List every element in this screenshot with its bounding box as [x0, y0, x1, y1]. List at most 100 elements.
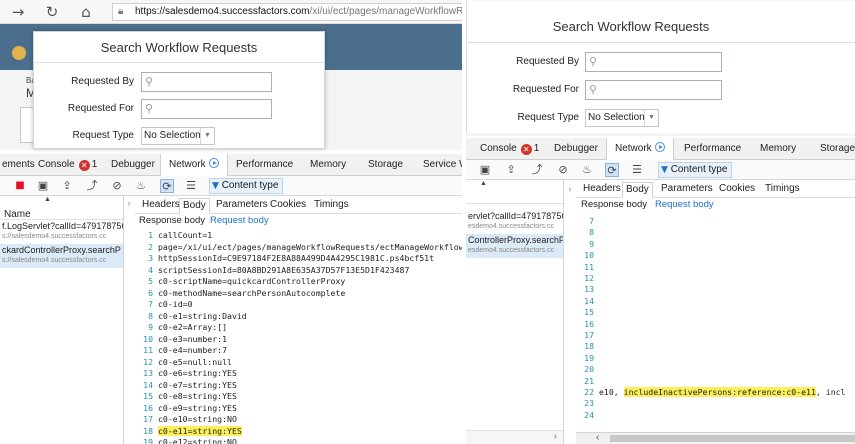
- sort-ascending-icon[interactable]: ▲: [44, 196, 51, 203]
- line-number: 19: [584, 352, 594, 363]
- requested-for-row: Requested For ⚲: [34, 99, 324, 119]
- detail-tab-timings[interactable]: Timings: [762, 182, 803, 198]
- content-type-filter-button[interactable]: ▼ Content type: [658, 162, 733, 178]
- scroll-left-icon[interactable]: ‹: [596, 432, 599, 443]
- preserve-log-icon[interactable]: ⟳: [605, 163, 619, 177]
- tab-memory[interactable]: Memory: [760, 138, 796, 160]
- sort-ascending-icon[interactable]: ▲: [480, 180, 487, 187]
- detail-tabs: Headers Body Parameters Cookies Timings: [576, 180, 855, 198]
- requested-for-input[interactable]: ⚲: [141, 99, 272, 119]
- export-icon[interactable]: ⤴: [530, 163, 544, 177]
- detail-tab-body[interactable]: Body: [622, 182, 653, 198]
- request-item-selected[interactable]: ckardControllerProxy.searchP s://salesde…: [0, 244, 123, 268]
- detail-tab-timings[interactable]: Timings: [311, 198, 352, 214]
- detail-tab-cookies[interactable]: Cookies: [716, 182, 758, 198]
- tab-storage[interactable]: Storage: [820, 138, 855, 160]
- browser-toolbar: → ↻ ⌂ 🔒︎ https://salesdemo4.successfacto…: [0, 0, 462, 24]
- requested-for-input[interactable]: ⚲: [585, 80, 722, 100]
- tab-elements[interactable]: ements: [2, 154, 35, 176]
- detail-tab-cookies[interactable]: Cookies: [267, 198, 309, 214]
- clear-icon[interactable]: ⊘: [556, 163, 570, 177]
- tab-console[interactable]: Console ✕ 1: [480, 138, 539, 160]
- request-item[interactable]: f.LogServlet?callId=479178756 s://salesd…: [0, 220, 123, 244]
- request-host: esdemo4.successfactors.cc: [468, 247, 554, 254]
- requested-by-input[interactable]: ⚲: [585, 52, 722, 72]
- throttle-icon[interactable]: ♨: [580, 163, 594, 177]
- scrollbar-thumb[interactable]: [610, 435, 855, 442]
- address-bar[interactable]: 🔒︎ https://salesdemo4.successfactors.com…: [112, 3, 462, 21]
- request-type-value: No Selection: [144, 130, 201, 141]
- content-type-filter-button[interactable]: ▼ Content type: [209, 178, 284, 194]
- code-line: 6 c0-methodName=searchPersonAutocomplete: [135, 288, 462, 299]
- tab-network[interactable]: Network: [160, 154, 228, 176]
- request-item-selected[interactable]: ControllerProxy.searchP esdemo4.successf…: [466, 234, 563, 258]
- horizontal-scrollbar[interactable]: ‹: [576, 432, 855, 444]
- filter-list-icon[interactable]: ☰: [630, 163, 644, 177]
- code-line: 22 e10, includeInactivePersons:reference:…: [576, 387, 855, 398]
- line-number: 7: [148, 299, 153, 309]
- stop-recording-icon[interactable]: ■: [13, 179, 27, 193]
- tab-service-workers[interactable]: Service W: [423, 154, 462, 176]
- throttle-icon[interactable]: ♨: [134, 179, 148, 193]
- request-type-label: Request Type: [517, 112, 579, 123]
- code-line: 12 c0-e5=null:null: [135, 357, 462, 368]
- detail-tab-parameters[interactable]: Parameters: [213, 198, 271, 214]
- line-number: 15: [143, 391, 153, 401]
- forward-icon[interactable]: →: [8, 2, 28, 22]
- tab-debugger[interactable]: Debugger: [554, 138, 598, 160]
- line-number: 4: [148, 264, 153, 275]
- tab-memory[interactable]: Memory: [310, 154, 346, 176]
- import-icon[interactable]: ⇪: [504, 163, 518, 177]
- dialog-divider: [34, 62, 324, 63]
- tab-network[interactable]: Network: [606, 138, 674, 160]
- request-host: esdemo4.successfactors.cc: [468, 223, 554, 230]
- collapse-sidebar-icon[interactable]: ›: [124, 196, 134, 210]
- search-icon: ⚲: [589, 83, 598, 96]
- response-body-tab[interactable]: Response body: [581, 198, 647, 212]
- detail-tab-parameters[interactable]: Parameters: [658, 182, 716, 198]
- home-icon[interactable]: ⌂: [76, 2, 96, 22]
- code-text: c0-e2=Array:[]: [158, 322, 228, 332]
- import-icon[interactable]: ⇪: [60, 179, 74, 193]
- requested-by-input[interactable]: ⚲: [141, 72, 272, 92]
- app-logo: [12, 46, 26, 60]
- preserve-log-icon[interactable]: ⟳: [160, 179, 174, 193]
- code-line: 24: [576, 410, 855, 421]
- reload-icon[interactable]: ↻: [42, 2, 62, 22]
- request-type-row: Request Type No Selection ▼: [467, 108, 855, 128]
- filter-list-icon[interactable]: ☰: [184, 179, 198, 193]
- record-icon: [654, 142, 665, 152]
- detail-tab-headers[interactable]: Headers: [139, 198, 183, 214]
- name-column-header[interactable]: Name: [4, 209, 31, 220]
- request-item[interactable]: ervlet?callId=479178756 esdemo4.successf…: [466, 210, 563, 234]
- response-body-tab[interactable]: Response body: [139, 214, 205, 228]
- code-text: c0-e8=string:YES: [158, 391, 237, 401]
- save-icon[interactable]: ▣: [36, 179, 50, 193]
- detail-tab-headers[interactable]: Headers: [580, 182, 624, 198]
- devtools-tabs: ements Console ✕ 1 Debugger Network Perfor…: [0, 154, 462, 176]
- collapse-sidebar-icon[interactable]: ›: [565, 182, 575, 196]
- tab-performance[interactable]: Performance: [236, 154, 293, 176]
- request-type-select[interactable]: No Selection ▼: [585, 109, 659, 127]
- clear-icon[interactable]: ⊘: [110, 179, 124, 193]
- tab-storage[interactable]: Storage: [368, 154, 403, 176]
- tab-performance[interactable]: Performance: [684, 138, 741, 160]
- request-type-select[interactable]: No Selection ▼: [141, 127, 215, 145]
- tab-debugger[interactable]: Debugger: [111, 154, 155, 176]
- code-line: 23: [576, 398, 855, 409]
- request-type-label: Request Type: [72, 130, 134, 141]
- detail-tab-body[interactable]: Body: [179, 198, 210, 214]
- line-number: 19: [143, 437, 153, 444]
- export-icon[interactable]: ⤴: [85, 179, 99, 193]
- request-body-tab[interactable]: Request body: [655, 198, 714, 212]
- code-text: c0-methodName=searchPersonAutocomplete: [158, 287, 346, 298]
- request-name: ervlet?callId=479178756: [468, 211, 563, 221]
- save-icon[interactable]: ▣: [478, 163, 492, 177]
- request-body-tab[interactable]: Request body: [210, 214, 269, 228]
- record-icon: [208, 158, 219, 168]
- chevron-right-icon[interactable]: ›: [554, 431, 557, 442]
- line-number: 18: [143, 425, 153, 436]
- tab-console[interactable]: Console ✕ 1: [38, 154, 97, 176]
- code-line: 17 c0-e10=string:NO: [135, 414, 462, 425]
- tab-console-label: Console: [480, 143, 517, 154]
